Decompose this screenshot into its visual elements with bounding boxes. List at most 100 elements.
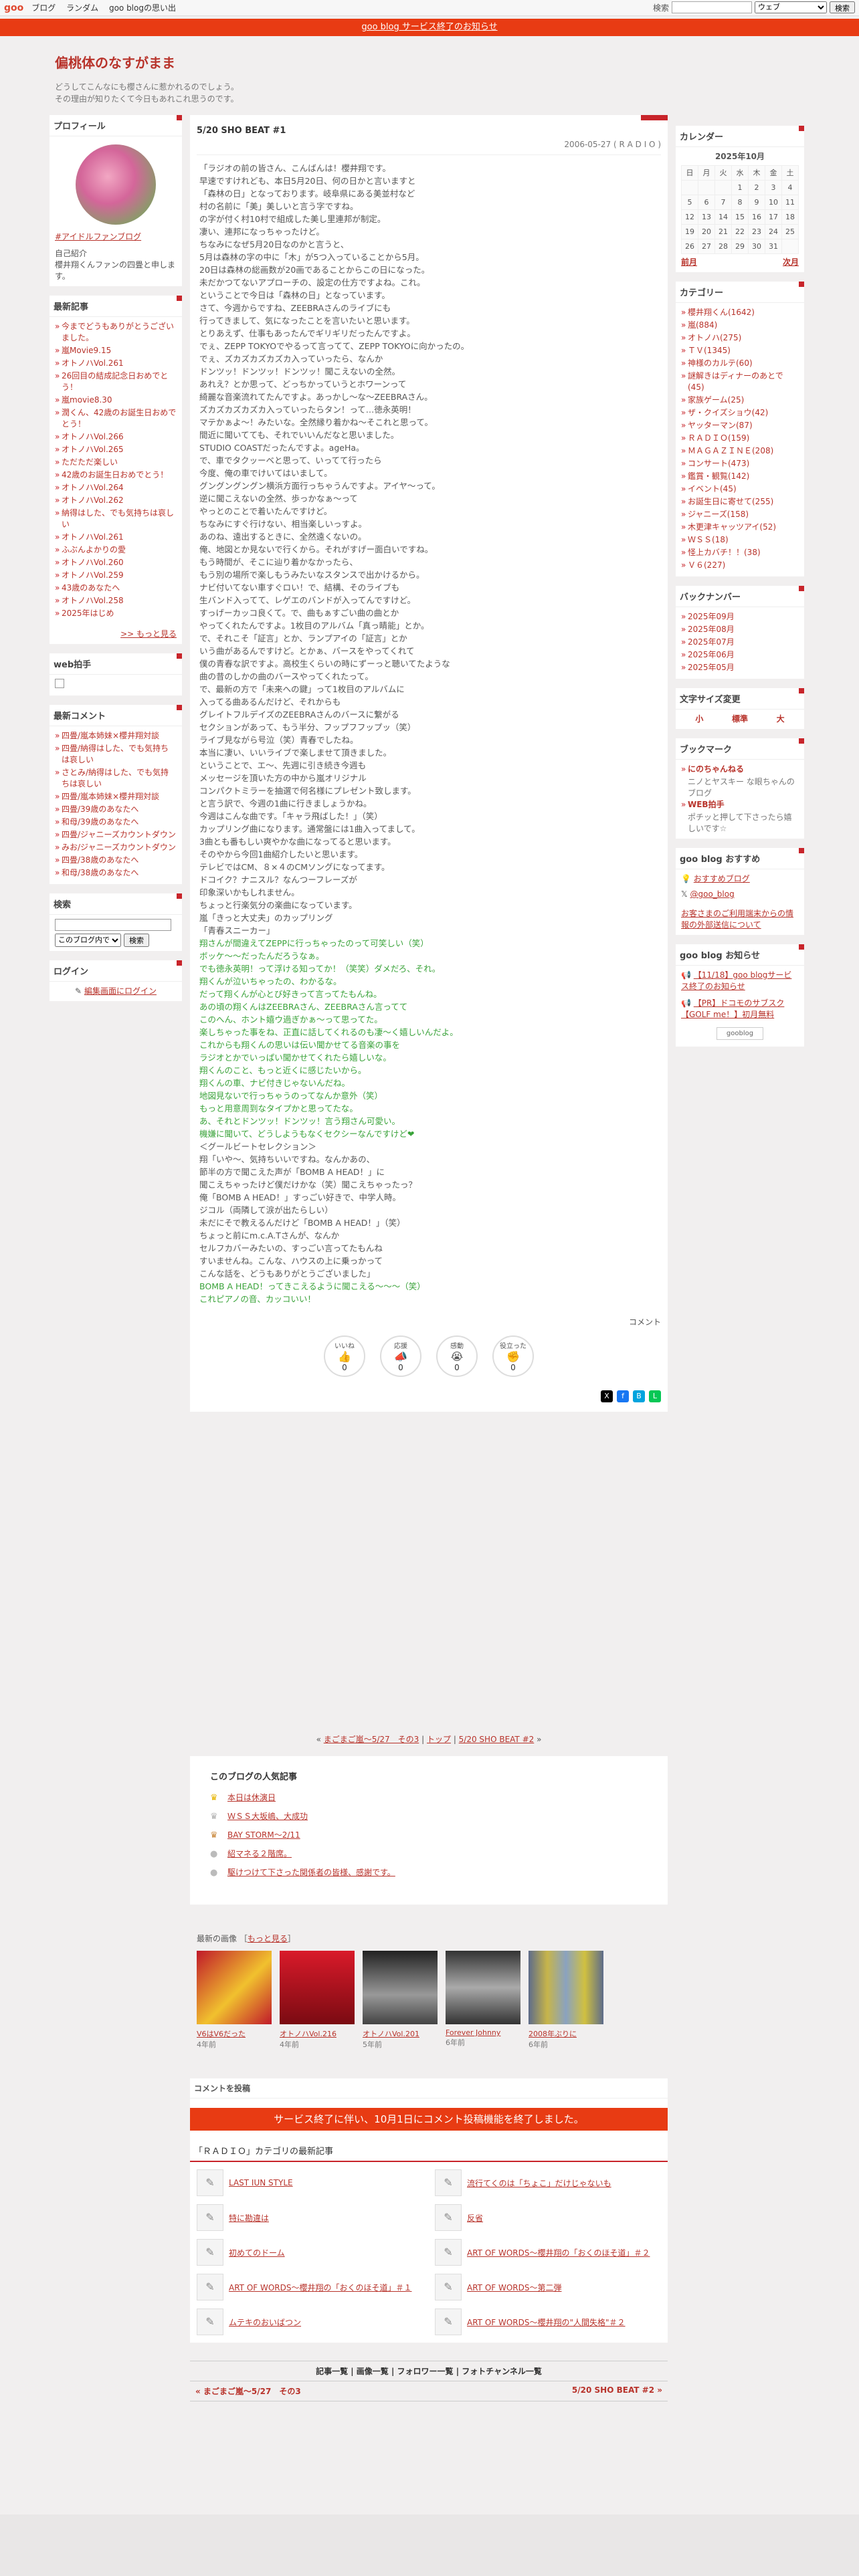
recent-post-link[interactable]: 納得はした、でも気持ちは哀しい [62, 508, 174, 529]
category-link[interactable]: 怪上カバチ！！(38) [688, 548, 761, 557]
recent-post-link[interactable]: ただただ楽しい [62, 457, 118, 467]
category-link[interactable]: お誕生日に寄せて(255) [688, 497, 773, 506]
category-latest-item[interactable]: ✎ ART OF WORDS〜櫻井翔の"人間失格"＃２ [435, 2308, 661, 2336]
reaction-button[interactable]: 応援 📣 0 [380, 1335, 421, 1377]
latest-thumb[interactable]: 2008年ぶりに 6年前 [529, 1951, 603, 2050]
category-latest-item[interactable]: ✎ 反省 [435, 2204, 661, 2232]
calendar-prev[interactable]: 前月 [681, 257, 697, 268]
footer-links[interactable]: 記事一覧 | 画像一覧 | フォロワー一覧 | フォトチャンネル一覧 [190, 2361, 668, 2377]
goo-blog-badge[interactable]: gooblog [717, 1027, 763, 1040]
category-link[interactable]: 櫻井翔くん(1642) [688, 308, 755, 317]
recent-comment-link[interactable]: 四畳/納得はした、でも気持ちは哀しい [62, 744, 169, 764]
backnumber-link[interactable]: 2025年07月 [688, 637, 735, 647]
category-latest-link[interactable]: LAST IUN STYLE [229, 2178, 293, 2187]
recent-comment-link[interactable]: さとみ/納得はした、でも気持ちは哀しい [62, 768, 169, 788]
goo-blog-x-link[interactable]: @goo_blog [690, 889, 735, 899]
fontsize-normal[interactable]: 標準 [732, 714, 748, 725]
popular-link[interactable]: 駆けつけて下さった関係者の皆様、感謝です。 [227, 1866, 395, 1878]
category-link[interactable]: ザ・クイズショウ(42) [688, 408, 768, 417]
fontsize-small[interactable]: 小 [695, 714, 703, 725]
recent-post-link[interactable]: ふぶんよかりの愛 [62, 545, 126, 554]
recent-comment-link[interactable]: 和母/39歳のあなたへ [62, 817, 138, 827]
comment-link[interactable]: コメント [629, 1317, 661, 1327]
backnumber-link[interactable]: 2025年06月 [688, 650, 735, 659]
service-end-link[interactable]: goo blog サービス終了のお知らせ [361, 22, 497, 32]
topbar-search-select[interactable]: ウェブ [755, 1, 827, 13]
recent-comment-link[interactable]: 四畳/ジャニーズカウントダウン [62, 830, 176, 839]
latest-thumb[interactable]: オトノハVol.201 5年前 [363, 1951, 438, 2050]
topbar-link-blog[interactable]: ブログ [31, 3, 56, 13]
recent-post-link[interactable]: オトノハVol.265 [62, 445, 124, 454]
category-latest-link[interactable]: 流行てくのは「ちょこ」だけじゃないも [467, 2177, 611, 2189]
login-link[interactable]: 編集画面にログイン [84, 986, 157, 996]
category-latest-item[interactable]: ✎ 特に勘違は [197, 2204, 423, 2232]
recent-comment-link[interactable]: 四畳/嵐本姉妹×櫻井翔対談 [62, 792, 159, 801]
bookmark-link-2[interactable]: WEB拍手 [688, 800, 725, 809]
footer-prev-link[interactable]: « まごまご嵐〜5/27 その3 [195, 2385, 301, 2397]
recent-comment-link[interactable]: みお/ジャニーズカウントダウン [62, 843, 176, 852]
profile-name[interactable]: #アイドルファンブログ [55, 231, 177, 243]
category-latest-link[interactable]: ART OF WORDS〜櫻井翔の"人間失格"＃２ [467, 2317, 626, 2328]
category-link[interactable]: 木更津キャッツアイ(52) [688, 522, 776, 532]
latest-thumb[interactable]: V6はV6だった 4年前 [197, 1951, 272, 2050]
category-link[interactable]: 謎解きはディナーのあとで(45) [688, 371, 783, 392]
reaction-button[interactable]: 感動 😭 0 [436, 1335, 478, 1377]
recent-post-link[interactable]: オトノハVol.259 [62, 570, 124, 580]
category-link[interactable]: ＷＳＳ(18) [688, 535, 729, 544]
recent-post-link[interactable]: 嵐movie8.30 [62, 395, 112, 405]
category-link[interactable]: 鑑賞・観覧(142) [688, 471, 749, 481]
category-link[interactable]: ジャニーズ(158) [688, 510, 749, 519]
recent-post-link[interactable]: オトノハVol.266 [62, 432, 124, 441]
thumb-title[interactable]: Forever Johnny [446, 2028, 520, 2037]
thumb-title[interactable]: オトノハVol.201 [363, 2028, 438, 2039]
nav-prev-link[interactable]: まごまご嵐〜5/27 その3 [324, 1735, 419, 1744]
line-share-icon[interactable]: L [649, 1390, 661, 1402]
category-link[interactable]: 神様のカルテ(60) [688, 358, 753, 368]
blog-title[interactable]: 偏桃体のなすがまま [55, 52, 804, 72]
hatena-share-icon[interactable]: B [633, 1390, 645, 1402]
category-latest-link[interactable]: 特に勘違は [229, 2212, 269, 2224]
category-link[interactable]: ＭＡＧＡＺＩＮＥ(208) [688, 446, 773, 455]
thumb-title[interactable]: V6はV6だった [197, 2028, 272, 2039]
reaction-button[interactable]: いいね 👍 0 [324, 1335, 365, 1377]
category-latest-item[interactable]: ✎ 初めてのドーム [197, 2238, 423, 2266]
recent-post-link[interactable]: 26回目の結成記念日おめでとう！ [62, 371, 168, 392]
webclap-image-icon[interactable] [55, 679, 64, 688]
nav-top-link[interactable]: トップ [427, 1735, 451, 1744]
category-link[interactable]: イベント(45) [688, 484, 737, 494]
recent-post-link[interactable]: オトノハVol.260 [62, 558, 124, 567]
blog-search-button[interactable]: 検索 [124, 934, 149, 947]
category-link[interactable]: ＴＶ(1345) [688, 346, 731, 355]
thumb-title[interactable]: オトノハVol.216 [280, 2028, 355, 2039]
backnumber-link[interactable]: 2025年08月 [688, 625, 735, 634]
category-link[interactable]: ヤッターマン(87) [688, 421, 753, 430]
thumb-image[interactable] [529, 1951, 603, 2024]
footer-next-link[interactable]: 5/20 SHO BEAT #2 » [572, 2385, 662, 2397]
category-link[interactable]: 嵐(884) [688, 320, 717, 330]
fontsize-large[interactable]: 大 [777, 714, 785, 725]
recent-post-link[interactable]: オトノハVol.261 [62, 358, 124, 368]
recent-post-link[interactable]: オトノハVol.261 [62, 532, 124, 542]
topbar-search-button[interactable]: 検索 [830, 1, 855, 13]
category-latest-link[interactable]: ART OF WORDS〜櫻井翔の「おくのほそ道」＃２ [467, 2247, 650, 2258]
recent-post-link[interactable]: 潤くん、42歳のお誕生日おめでとう！ [62, 408, 176, 429]
category-latest-link[interactable]: 初めてのドーム [229, 2247, 285, 2258]
nav-next-link[interactable]: 5/20 SHO BEAT #2 [459, 1735, 535, 1744]
category-latest-item[interactable]: ✎ ART OF WORDS〜櫻井翔の「おくのほそ道」＃２ [435, 2238, 661, 2266]
recent-post-link[interactable]: オトノハVol.262 [62, 496, 124, 505]
calendar-next[interactable]: 次月 [783, 257, 799, 268]
recent-comment-link[interactable]: 四畳/39歳のあなたへ [62, 804, 138, 814]
reaction-button[interactable]: 役立った ✊ 0 [492, 1335, 534, 1377]
profile-name-link[interactable]: #アイドルファンブログ [55, 232, 141, 241]
category-latest-item[interactable]: ✎ ムテキのおいばつン [197, 2308, 423, 2336]
external-send-info-link[interactable]: お客さまのご利用端末からの情報の外部送信について [681, 909, 793, 930]
recent-post-link[interactable]: 43歳のあなたへ [62, 583, 120, 593]
recent-post-link[interactable]: 嵐Movie9.15 [62, 346, 111, 355]
topbar-link-random[interactable]: ランダム [66, 3, 98, 13]
category-latest-link[interactable]: ART OF WORDS〜第二弾 [467, 2282, 562, 2293]
category-latest-link[interactable]: ART OF WORDS〜櫻井翔の「おくのほそ道」＃１ [229, 2282, 412, 2293]
recent-comment-link[interactable]: 四畳/嵐本姉妹×櫻井翔対談 [62, 731, 159, 740]
recent-post-link[interactable]: 2025年はじめ [62, 609, 114, 618]
news-link-1[interactable]: 【11/18】goo blogサービス終了のお知らせ [681, 970, 791, 991]
post-title[interactable]: 5/20 SHO BEAT #1 [197, 115, 661, 140]
